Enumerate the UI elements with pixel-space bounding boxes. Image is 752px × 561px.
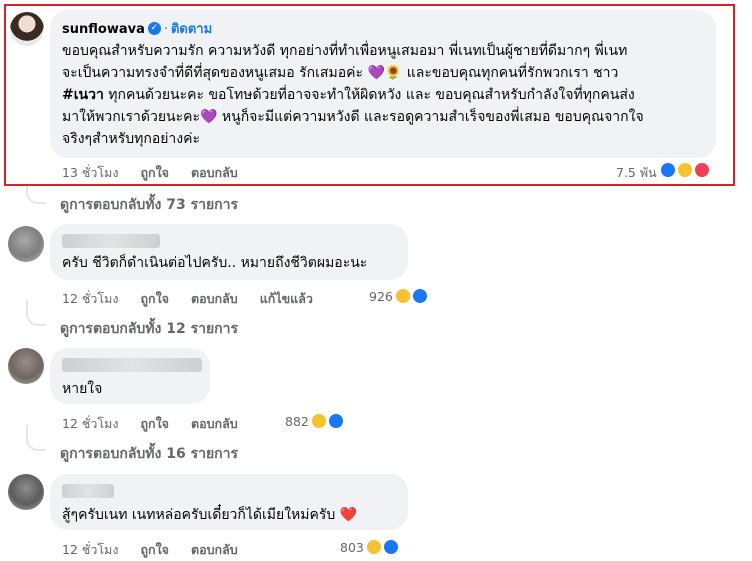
haha-reaction-icon bbox=[310, 412, 328, 430]
reply-meta: 12 ชั่วโมง ถูกใจ ตอบกลับ bbox=[62, 414, 256, 434]
reply-text: หายใจ bbox=[62, 381, 103, 397]
reply-button[interactable]: ตอบกลับ bbox=[191, 416, 238, 431]
like-button[interactable]: ถูกใจ bbox=[140, 291, 169, 306]
comment-timestamp[interactable]: 13 ชั่วโมง bbox=[62, 165, 118, 180]
separator-dot: · bbox=[163, 22, 168, 37]
like-button[interactable]: ถูกใจ bbox=[140, 165, 169, 180]
verified-badge-icon: ✓ bbox=[147, 22, 161, 35]
edited-label[interactable]: แก้ไขแล้ว bbox=[260, 291, 313, 306]
comment-line: จะเป็นความทรงจำที่ดีที่สุดของหนูเสมอ รัก… bbox=[62, 65, 619, 81]
reply-timestamp[interactable]: 12 ชั่วโมง bbox=[62, 542, 118, 557]
thread-connector bbox=[26, 425, 46, 451]
reply-bubble: หายใจ bbox=[50, 348, 210, 404]
like-button[interactable]: ถูกใจ bbox=[140, 542, 169, 557]
like-button[interactable]: ถูกใจ bbox=[140, 416, 169, 431]
follow-button[interactable]: ติดตาม bbox=[171, 22, 212, 37]
comment-meta: 13 ชั่วโมง ถูกใจ ตอบกลับ bbox=[62, 163, 256, 183]
thread-connector bbox=[26, 300, 46, 326]
reply-meta: 12 ชั่วโมง ถูกใจ ตอบกลับ แก้ไขแล้ว bbox=[62, 289, 331, 309]
reaction-count[interactable]: 882 bbox=[285, 414, 309, 429]
comment-line: ขอบคุณสำหรับความรัก ความหวังดี ทุกอย่างท… bbox=[62, 43, 628, 59]
haha-reaction-icon bbox=[365, 538, 383, 556]
comment-text: ขอบคุณสำหรับความรัก ความหวังดี ทุกอย่างท… bbox=[62, 40, 704, 150]
reply-bubble: ครับ ชีวิตก็ดำเนินต่อไปครับ.. หมายถึงชีว… bbox=[50, 224, 408, 280]
reaction-count[interactable]: 803 bbox=[340, 540, 364, 555]
thread-connector bbox=[26, 186, 46, 204]
reply-button[interactable]: ตอบกลับ bbox=[191, 165, 238, 180]
comment-line: จริงๆสำหรับทุกอย่างค่ะ bbox=[62, 131, 201, 147]
care-reaction-icon bbox=[676, 161, 694, 179]
reply-text: ครับ ชีวิตก็ดำเนินต่อไปครับ.. หมายถึงชีว… bbox=[62, 255, 368, 271]
reaction-count[interactable]: 926 bbox=[369, 289, 393, 304]
author-avatar[interactable] bbox=[10, 12, 44, 46]
comment-author-name[interactable]: sunflowava bbox=[62, 22, 145, 37]
reply-avatar[interactable] bbox=[8, 226, 44, 262]
comment-line: #เนวา ทุกคนด้วยนะคะ ขอโทษด้วยที่อาจจะทำใ… bbox=[62, 87, 635, 103]
view-replies-link[interactable]: ดูการตอบกลับทั้ง 12 รายการ bbox=[60, 318, 238, 340]
blurred-author-name bbox=[62, 358, 202, 372]
reply-avatar[interactable] bbox=[8, 474, 44, 510]
like-reaction-icon bbox=[327, 412, 345, 430]
reply-button[interactable]: ตอบกลับ bbox=[191, 291, 238, 306]
reply-timestamp[interactable]: 12 ชั่วโมง bbox=[62, 416, 118, 431]
blurred-author-name bbox=[62, 484, 114, 498]
main-comment-bubble: sunflowava ✓ · ติดตาม ขอบคุณสำหรับความรัก ค… bbox=[50, 10, 716, 158]
reply-button[interactable]: ตอบกลับ bbox=[191, 542, 238, 557]
love-reaction-icon bbox=[693, 161, 711, 179]
like-reaction-icon bbox=[382, 538, 400, 556]
haha-reaction-icon bbox=[394, 287, 412, 305]
reply-timestamp[interactable]: 12 ชั่วโมง bbox=[62, 291, 118, 306]
hashtag-link[interactable]: #เนวา bbox=[62, 87, 104, 103]
comment-line: มาให้พวกเราด้วยนะคะ💜 หนูก็จะมีแต่ความหวั… bbox=[62, 109, 644, 125]
reaction-count[interactable]: 7.5 พัน bbox=[616, 163, 657, 183]
like-reaction-icon bbox=[659, 161, 677, 179]
blurred-author-name bbox=[62, 234, 160, 248]
view-replies-link[interactable]: ดูการตอบกลับทั้ง 16 รายการ bbox=[60, 443, 238, 465]
reply-avatar[interactable] bbox=[8, 348, 44, 384]
view-replies-link[interactable]: ดูการตอบกลับทั้ง 73 รายการ bbox=[60, 194, 238, 216]
reply-meta: 12 ชั่วโมง ถูกใจ ตอบกลับ bbox=[62, 540, 256, 560]
reply-text: สู้ๆครับเนท เนทหล่อครับเดี๋ยวก็ได้เมียให… bbox=[62, 507, 358, 523]
reply-bubble: สู้ๆครับเนท เนทหล่อครับเดี๋ยวก็ได้เมียให… bbox=[50, 474, 408, 530]
like-reaction-icon bbox=[411, 287, 429, 305]
